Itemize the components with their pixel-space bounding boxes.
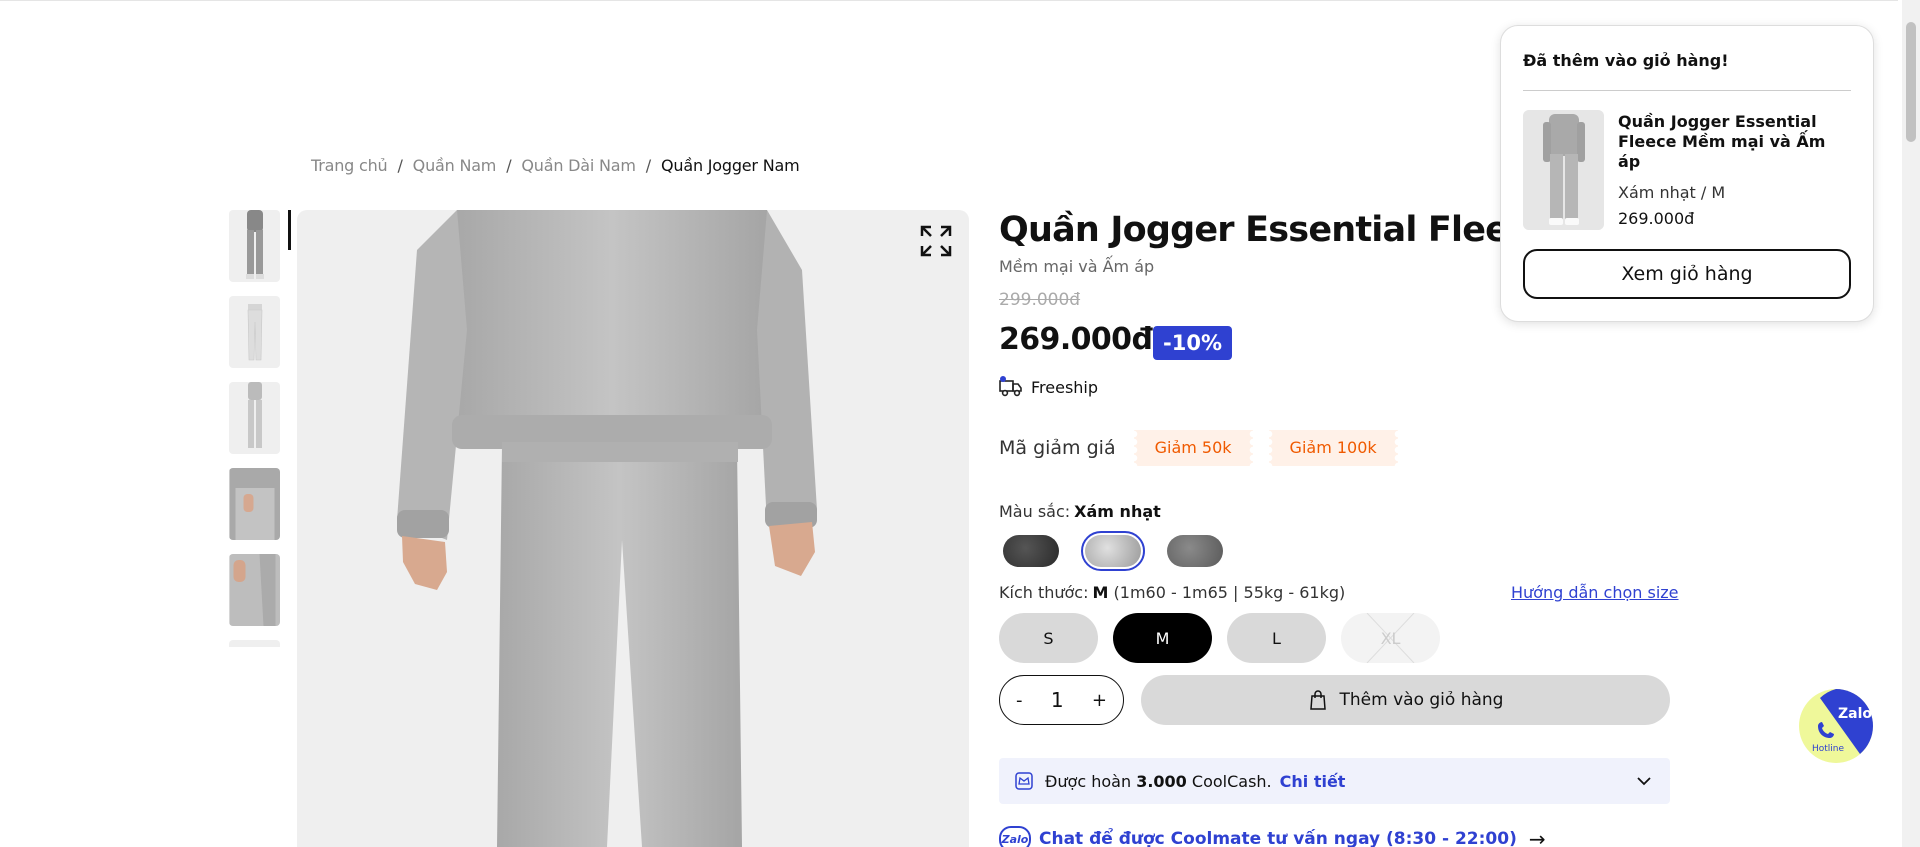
color-swatches (999, 531, 1245, 571)
quantity-increase-button[interactable]: + (1092, 690, 1107, 711)
size-fit-info: (1m60 - 1m65 | 55kg - 61kg) (1113, 583, 1346, 602)
swatch-light-gray[interactable] (1081, 531, 1145, 571)
delivery-truck-icon (999, 376, 1022, 397)
selected-color: Xám nhạt (1074, 502, 1161, 521)
coolcash-prefix: Được hoàn (1045, 771, 1132, 791)
top-border (0, 0, 1898, 1)
swatch-dark-gray-fill (1003, 535, 1059, 567)
thumbnail-4[interactable] (229, 468, 280, 540)
size-xl-label: XL (1380, 628, 1401, 648)
breadcrumb-separator: / (506, 156, 512, 175)
zalo-icon: Zalo (999, 826, 1031, 847)
color-label-text: Màu sắc: (999, 502, 1071, 521)
size-s-button[interactable]: S (999, 613, 1098, 663)
thumbnail-3[interactable] (229, 382, 280, 454)
coupon-row: Mã giảm giá Giảm 50k Giảm 100k (999, 430, 1414, 466)
add-to-cart-label: Thêm vào giỏ hàng (1339, 690, 1504, 710)
freeship-info: Freeship (999, 375, 1098, 399)
size-label-text: Kích thước: (999, 583, 1089, 602)
expand-icon[interactable] (919, 224, 953, 258)
size-options: S M L XL (999, 613, 1455, 663)
swatch-medium-gray-fill (1167, 535, 1223, 567)
size-label: Kích thước: M (1m60 - 1m65 | 55kg - 61kg) (999, 583, 1345, 602)
popup-heading: Đã thêm vào giỏ hàng! (1523, 51, 1729, 70)
cart-item-thumbnail (1523, 110, 1604, 230)
thumbnail-6[interactable] (229, 640, 280, 647)
shopping-bag-icon (1309, 690, 1326, 710)
cart-item-name: Quần Jogger Essential Fleece Mềm mại và … (1618, 112, 1826, 171)
chevron-down-icon[interactable] (1636, 773, 1652, 789)
product-subtitle: Mềm mại và Ấm áp (999, 257, 1155, 276)
pants-detail-image (229, 468, 280, 540)
model-photo (397, 210, 817, 847)
popup-divider (1523, 90, 1851, 91)
cart-item-image (1523, 110, 1604, 230)
size-guide-link[interactable]: Hướng dẫn chọn size (1511, 583, 1679, 602)
coolcash-amount: 3.000 (1136, 771, 1187, 791)
freeship-label: Freeship (1031, 377, 1099, 397)
thumbnail-1[interactable] (229, 210, 280, 282)
quantity-value[interactable]: 1 (1051, 688, 1064, 712)
view-cart-button[interactable]: Xem giỏ hàng (1523, 249, 1851, 299)
swatch-medium-gray[interactable] (1163, 531, 1227, 571)
coupon-50k[interactable]: Giảm 50k (1133, 430, 1253, 466)
thumbnail-5[interactable] (229, 554, 280, 626)
breadcrumb: Trang chủ / Quần Nam / Quần Dài Nam / Qu… (311, 156, 800, 175)
discount-badge: -10% (1153, 326, 1232, 360)
coolcash-banner[interactable]: Được hoàn 3.000 CoolCash. Chi tiết (999, 758, 1670, 804)
scrollbar-thumb[interactable] (1906, 22, 1916, 142)
color-label: Màu sắc: Xám nhạt (999, 502, 1161, 521)
coolcash-suffix: CoolCash. (1191, 771, 1272, 791)
breadcrumb-separator: / (397, 156, 403, 175)
sale-price: 269.000đ (999, 322, 1153, 357)
add-to-cart-button[interactable]: Thêm vào giỏ hàng (1141, 675, 1670, 725)
quantity-decrease-button[interactable]: - (1016, 690, 1023, 711)
breadcrumb-home[interactable]: Trang chủ (311, 156, 388, 175)
cart-item-variant: Xám nhạt / M (1618, 183, 1726, 202)
main-product-image[interactable] (297, 210, 969, 847)
quantity-stepper: - 1 + (999, 675, 1124, 725)
page-scrollbar[interactable] (1902, 0, 1920, 847)
breadcrumb-current: Quần Jogger Nam (661, 156, 800, 175)
breadcrumb-separator: / (645, 156, 651, 175)
pants-model-image (245, 210, 264, 279)
breadcrumb-men-pants[interactable]: Quần Nam (413, 156, 497, 175)
hotline-label: Hotline (1812, 744, 1845, 754)
zalo-hotline-widget[interactable]: Zalo Hotline (1798, 688, 1874, 764)
size-l-button[interactable]: L (1227, 613, 1326, 663)
added-to-cart-popup: Đã thêm vào giỏ hàng! Quần Jogger Essent… (1500, 25, 1874, 322)
size-m-button[interactable]: M (1113, 613, 1212, 663)
swatch-dark-gray[interactable] (999, 531, 1063, 571)
arrow-right-icon: → (1528, 827, 1546, 847)
crown-icon (1015, 772, 1033, 790)
coupon-100k[interactable]: Giảm 100k (1268, 430, 1398, 466)
cart-item-price: 269.000đ (1618, 209, 1695, 228)
coolcash-detail-link[interactable]: Chi tiết (1280, 772, 1346, 791)
pants-pocket-image (229, 554, 280, 626)
original-price: 299.000đ (999, 290, 1081, 310)
breadcrumb-men-long-pants[interactable]: Quần Dài Nam (521, 156, 636, 175)
thumbnail-2[interactable] (229, 296, 280, 368)
pants-model-back-image (247, 382, 262, 448)
coupon-label: Mã giảm giá (999, 437, 1116, 459)
zalo-chat-link[interactable]: Zalo Chat để được Coolmate tư vấn ngay (… (999, 826, 1546, 847)
size-xl-button: XL (1341, 613, 1440, 663)
pants-flat-image (247, 304, 262, 361)
swatch-light-gray-fill (1085, 535, 1141, 567)
thumbnail-scroll-indicator (288, 210, 291, 250)
zalo-chat-label: Chat để được Coolmate tư vấn ngay (8:30 … (1039, 829, 1517, 847)
product-title: Quần Jogger Essential Fleece (999, 210, 1552, 250)
zalo-float-label: Zalo (1838, 706, 1873, 722)
selected-size: M (1092, 583, 1109, 602)
thumbnail-list (229, 210, 285, 647)
